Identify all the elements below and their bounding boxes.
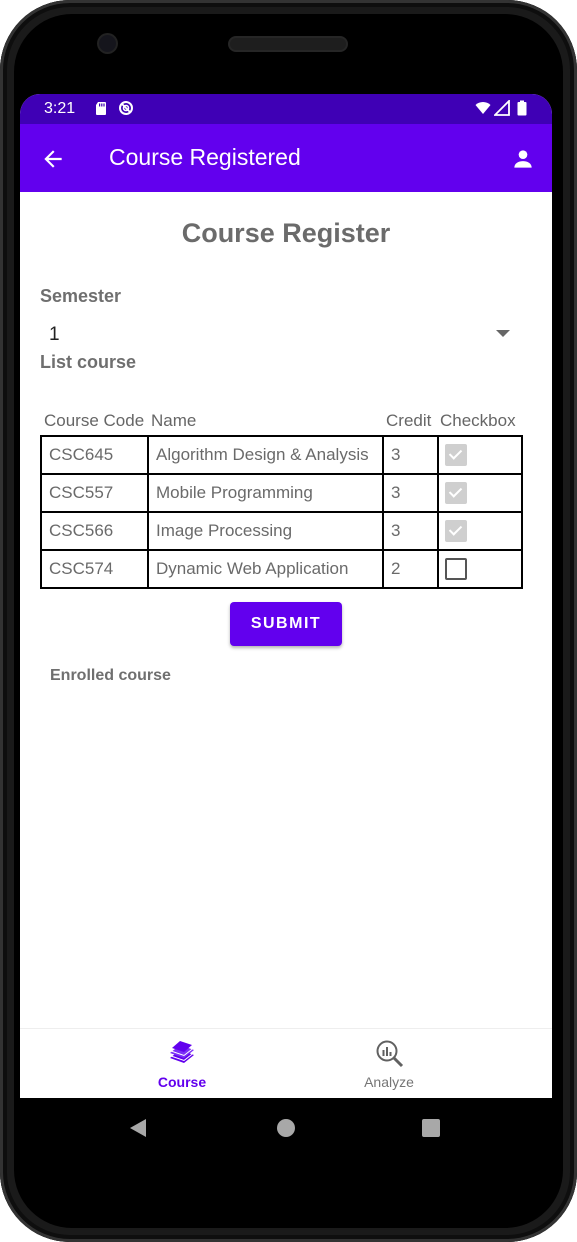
table-row: CSC645 Algorithm Design & Analysis 3 <box>40 435 523 475</box>
enrolled-course-label: Enrolled course <box>50 667 171 684</box>
course-credit-cell: 2 <box>382 549 439 589</box>
page-title: Course Register <box>181 218 391 248</box>
table-row: CSC574 Dynamic Web Application 2 <box>40 549 523 589</box>
app-bar-title: Course Registered <box>109 144 301 170</box>
front-camera <box>99 35 116 52</box>
nav-label-analyze: Analyze <box>364 1074 414 1090</box>
status-time: 3:21 <box>44 100 76 117</box>
course-code-cell: CSC557 <box>40 473 149 513</box>
semester-selected-value: 1 <box>49 324 60 345</box>
course-name-cell: Mobile Programming <box>147 473 384 513</box>
nav-item-analyze[interactable]: Analyze <box>289 1029 489 1099</box>
course-code-cell: CSC566 <box>40 511 149 551</box>
course-checkbox-cell <box>437 435 523 475</box>
course-checkbox[interactable] <box>445 444 467 466</box>
back-triangle-icon[interactable] <box>128 1118 148 1138</box>
course-credit-cell: 3 <box>382 435 439 475</box>
course-checkbox-cell <box>437 549 523 589</box>
submit-button[interactable]: SUBMIT <box>230 602 342 646</box>
sd-card-icon <box>96 102 106 115</box>
course-checkbox[interactable] <box>445 558 467 580</box>
header-course-code: Course Code <box>44 411 145 430</box>
recents-square-icon[interactable] <box>422 1119 440 1137</box>
header-credit: Credit <box>386 411 432 430</box>
list-course-label: List course <box>40 352 137 372</box>
table-row: CSC566 Image Processing 3 <box>40 511 523 551</box>
course-name-cell: Image Processing <box>147 511 384 551</box>
course-table: CSC645 Algorithm Design & Analysis 3 CSC… <box>40 435 523 589</box>
course-name-cell: Dynamic Web Application <box>147 549 384 589</box>
analytics-search-icon <box>376 1040 404 1068</box>
earpiece-speaker <box>230 38 346 50</box>
course-checkbox[interactable] <box>445 482 467 504</box>
app-screen: 3:21 Course Registered Course Register S… <box>20 94 552 1156</box>
table-row: CSC557 Mobile Programming 3 <box>40 473 523 513</box>
nav-label-course: Course <box>157 1074 207 1090</box>
header-checkbox: Checkbox <box>440 411 516 430</box>
course-code-cell: CSC574 <box>40 549 149 589</box>
back-arrow-icon[interactable] <box>40 146 66 172</box>
dropdown-caret-icon <box>496 330 510 337</box>
course-credit-cell: 3 <box>382 473 439 513</box>
wifi-icon <box>475 102 491 114</box>
course-checkbox-cell <box>437 473 523 513</box>
data-saver-icon <box>119 101 133 115</box>
app-bar: Course Registered <box>20 124 552 192</box>
system-navigation-bar <box>20 1098 552 1158</box>
phone-frame: 3:21 Course Registered Course Register S… <box>0 0 577 1242</box>
cell-signal-icon <box>494 100 510 116</box>
course-code-cell: CSC645 <box>40 435 149 475</box>
account-icon[interactable] <box>510 146 536 172</box>
status-bar: 3:21 <box>20 94 552 124</box>
home-circle-icon[interactable] <box>276 1118 296 1138</box>
course-checkbox-cell <box>437 511 523 551</box>
bottom-navigation: Course Analyze <box>20 1028 552 1099</box>
nav-item-course[interactable]: Course <box>82 1029 282 1099</box>
course-credit-cell: 3 <box>382 511 439 551</box>
book-stack-icon <box>170 1041 194 1063</box>
header-name: Name <box>151 411 197 430</box>
semester-dropdown[interactable]: 1 <box>40 316 520 352</box>
battery-icon <box>517 100 527 116</box>
course-name-cell: Algorithm Design & Analysis <box>147 435 384 475</box>
semester-label: Semester <box>40 286 122 306</box>
course-checkbox[interactable] <box>445 520 467 542</box>
